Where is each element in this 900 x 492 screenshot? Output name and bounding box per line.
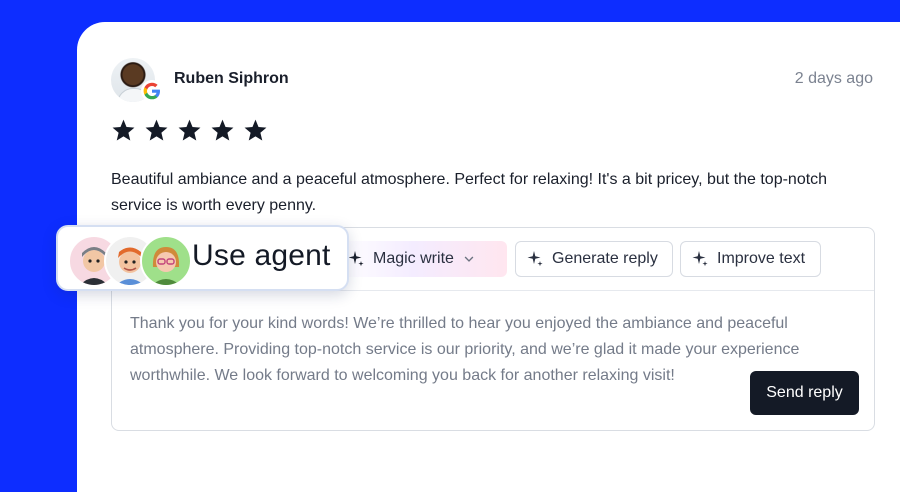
sparkle-icon — [348, 251, 364, 267]
chevron-down-icon — [464, 256, 474, 262]
star-icon — [112, 119, 135, 141]
send-reply-button[interactable]: Send reply — [750, 371, 859, 415]
generate-reply-button[interactable]: Generate reply — [515, 241, 673, 277]
improve-text-label: Improve text — [717, 250, 806, 267]
google-icon — [141, 80, 163, 102]
star-icon — [211, 119, 234, 141]
sparkle-icon — [527, 251, 543, 267]
review-timestamp: 2 days ago — [794, 70, 873, 87]
review-header: Ruben Siphron 2 days ago — [111, 58, 873, 102]
agent-avatar — [140, 235, 192, 287]
star-icon — [244, 119, 267, 141]
review-text: Beautiful ambiance and a peaceful atmosp… — [111, 171, 828, 214]
sparkle-icon — [692, 251, 708, 267]
agent-avatars — [68, 235, 196, 287]
star-rating — [111, 118, 268, 143]
use-agent-label: Use agent — [192, 239, 331, 272]
star-icon — [145, 119, 168, 141]
magic-write-button[interactable]: Magic write — [337, 241, 507, 277]
magic-write-label: Magic write — [373, 250, 454, 267]
generate-reply-label: Generate reply — [552, 250, 658, 267]
use-agent-button[interactable]: Use agent — [56, 225, 349, 291]
improve-text-button[interactable]: Improve text — [680, 241, 821, 277]
star-icon — [178, 119, 201, 141]
reviewer-name: Ruben Siphron — [174, 70, 289, 87]
